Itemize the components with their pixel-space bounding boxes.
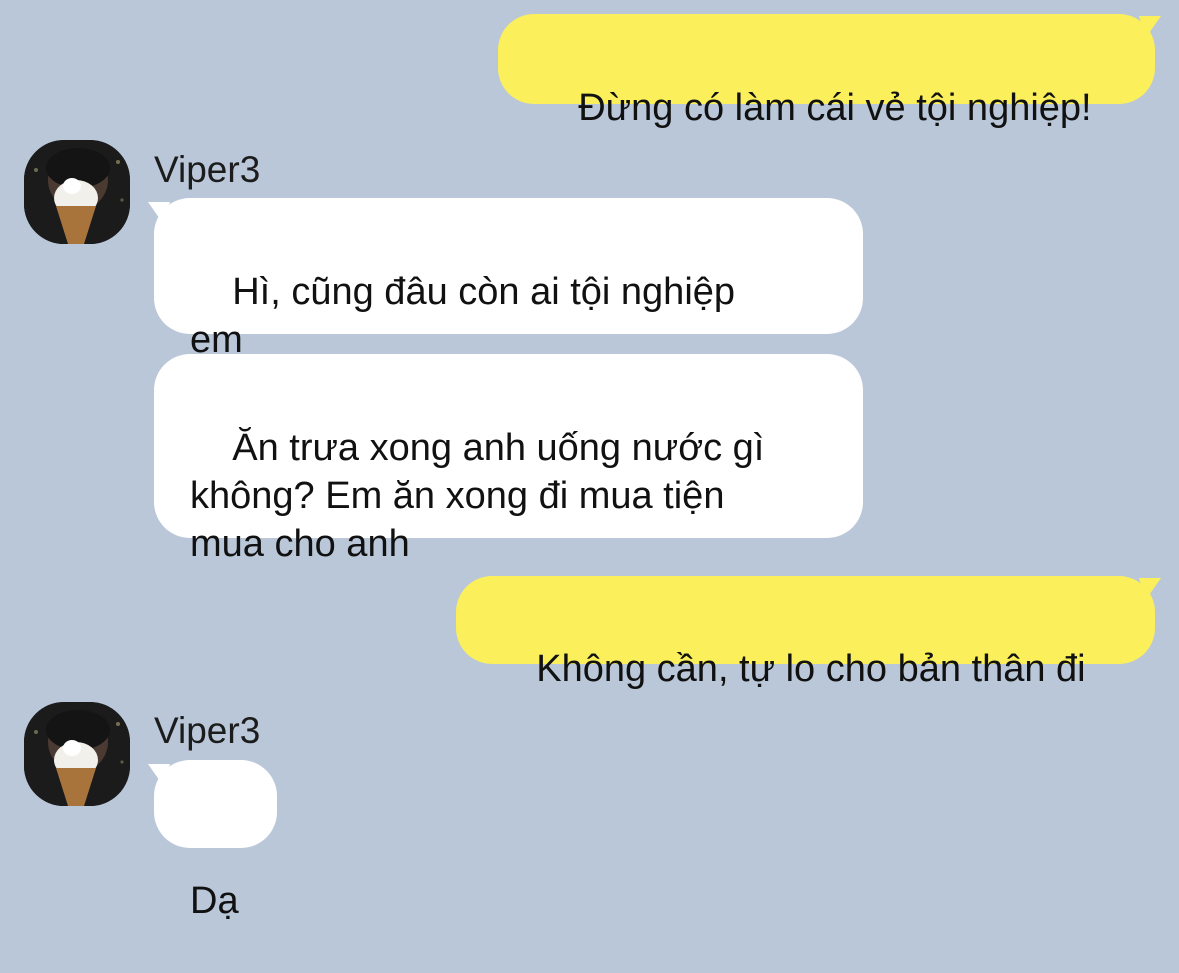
message-text: Ăn trưa xong anh uống nước gì không? Em … [190, 427, 765, 565]
sender-name: Viper3 [154, 710, 261, 751]
chat-thread: Đừng có làm cái vẻ tội nghiệp! Viper3 Hì… [0, 0, 1179, 922]
message-text: Đừng có làm cái vẻ tội nghiệp! [578, 87, 1092, 129]
message-text: Hì, cũng đâu còn ai tội nghiệp em [190, 271, 736, 361]
outgoing-message-bubble[interactable]: Không cần, tự lo cho bản thân đi [456, 576, 1155, 690]
avatar-photo [24, 702, 130, 806]
incoming-message-bubble[interactable]: Ăn trưa xong anh uống nước gì không? Em … [154, 354, 863, 565]
outgoing-message-bubble[interactable]: Đừng có làm cái vẻ tội nghiệp! [498, 14, 1155, 129]
contact-avatar-icon[interactable] [24, 140, 130, 244]
message-text: Dạ [190, 880, 239, 922]
incoming-message-bubble[interactable]: Hì, cũng đâu còn ai tội nghiệp em [154, 198, 863, 361]
incoming-message-bubble[interactable]: Dạ [154, 760, 277, 922]
sender-name: Viper3 [154, 149, 261, 190]
message-text: Không cần, tự lo cho bản thân đi [536, 648, 1086, 690]
contact-avatar-icon[interactable] [24, 702, 130, 806]
avatar-photo [24, 140, 130, 244]
